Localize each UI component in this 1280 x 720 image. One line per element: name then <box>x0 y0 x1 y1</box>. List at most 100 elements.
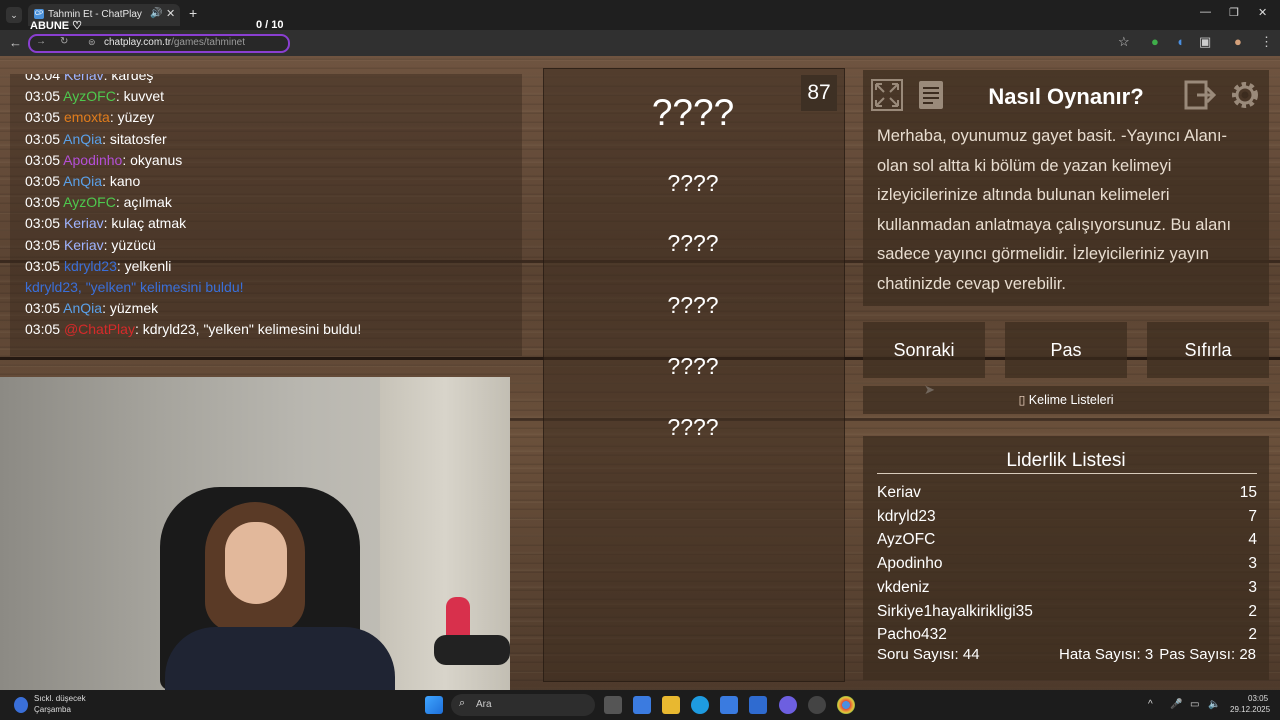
tab-search-icon[interactable]: ⌄ <box>6 7 22 23</box>
leaderboard-title: Liderlik Listesi <box>1006 450 1126 471</box>
chat-message: 03:05 kdryld23: yelkenli <box>25 258 171 274</box>
sweater <box>165 627 395 690</box>
network-icon[interactable]: ▭ <box>1190 699 1199 710</box>
window-close-icon[interactable]: ✕ <box>1258 6 1267 19</box>
chat-time: 03:05 <box>25 151 61 168</box>
tray-chevron-icon[interactable]: ^ <box>1148 699 1153 710</box>
chat-username[interactable]: Keriav <box>64 74 104 83</box>
leaderboard-row: Apodinho 3 <box>877 555 1257 577</box>
leaderboard-name: Keriav <box>877 484 921 501</box>
leaderboard-name: AyzOFC <box>877 531 936 549</box>
taskbar-search[interactable]: ⌕ Ara <box>451 694 595 716</box>
maximize-icon[interactable]: ❐ <box>1229 6 1239 19</box>
chat-time: 03:05 <box>25 300 61 317</box>
chat-message: 03:04 Keriav: kardeş <box>25 74 153 83</box>
word-lists-button[interactable]: ▯ Kelime Listeleri <box>863 386 1269 414</box>
next-button[interactable]: Sonraki <box>863 322 985 378</box>
volume-icon[interactable]: 🔈 <box>1208 699 1220 710</box>
chat-text: : yüzmek <box>102 300 159 317</box>
chat-username[interactable]: AnQia <box>63 300 102 316</box>
settings-gear-icon[interactable] <box>1228 78 1262 112</box>
chat-username[interactable]: AyzOFC <box>63 194 116 210</box>
face <box>225 522 287 604</box>
chat-username[interactable]: AyzOFC <box>63 88 116 104</box>
address-bar[interactable]: → ↻ ⊜ chatplay.com.tr/games/tahminet <box>28 34 290 53</box>
chat-time: 03:05 <box>25 257 61 274</box>
minimize-icon[interactable]: — <box>1200 6 1211 18</box>
weather-icon[interactable] <box>14 697 28 713</box>
chat-time: 03:05 <box>25 215 61 232</box>
chat-text: : kulaç atmak <box>103 215 187 232</box>
reset-button[interactable]: Sıfırla <box>1147 322 1269 378</box>
pass-count: Pas Sayısı: 28 <box>1159 646 1256 663</box>
chat-text: : okyanus <box>122 151 183 168</box>
site-info-icon[interactable]: ⊜ <box>88 37 96 48</box>
forward-icon[interactable]: → <box>36 36 46 47</box>
bookmark-star-icon[interactable]: ☆ <box>1118 34 1130 50</box>
edge-icon[interactable] <box>691 696 709 714</box>
chat-username[interactable]: AnQia <box>63 131 102 147</box>
microphone-tray-icon[interactable]: 🎤 <box>1170 699 1182 710</box>
pass-button[interactable]: Pas <box>1005 322 1127 378</box>
close-tab-icon[interactable]: ✕ <box>166 7 175 20</box>
leaderboard-row: AyzOFC 4 <box>877 531 1257 553</box>
leaderboard-score: 3 <box>1248 555 1257 573</box>
chat-text: : sitatosfer <box>102 130 167 147</box>
chat-username[interactable]: Keriav <box>64 215 104 231</box>
chat-username[interactable]: AnQia <box>63 173 102 189</box>
weather-title: Sıckl. düşecek <box>34 694 86 703</box>
leaderboard-score: 3 <box>1248 578 1257 596</box>
chat-text: : yüzücü <box>103 236 156 253</box>
extension-shield-icon[interactable]: ● <box>1151 34 1159 49</box>
chat-text: : yelkenli <box>116 257 172 274</box>
chat-time: 03:04 <box>25 74 61 83</box>
new-tab-button[interactable]: + <box>189 5 197 21</box>
leaderboard-name: kdryld23 <box>877 507 936 525</box>
leaderboard-score: 4 <box>1248 531 1257 549</box>
mail-icon[interactable] <box>749 696 767 714</box>
chat-username[interactable]: Keriav <box>64 237 104 253</box>
leaderboard-score: 2 <box>1248 602 1257 620</box>
forbidden-word: ???? <box>667 292 719 318</box>
reload-icon[interactable]: ↻ <box>60 36 68 47</box>
chat-message: 03:05 AnQia: sitatosfer <box>25 131 167 147</box>
task-view-icon[interactable] <box>604 696 622 714</box>
clock-date[interactable]: 29.12.2025 <box>1230 705 1270 714</box>
discord-icon[interactable] <box>779 696 797 714</box>
forbidden-word: ???? <box>667 170 719 196</box>
chat-time: 03:05 <box>25 130 61 147</box>
exit-icon[interactable] <box>1183 78 1217 112</box>
chat-username[interactable]: kdryld23 <box>64 258 117 274</box>
windows-taskbar: Sıckl. düşecek Çarşamba ⌕ Ara ^ 🎤 ▭ 🔈 03… <box>0 690 1280 720</box>
url-text: chatplay.com.tr/games/tahminet <box>104 37 245 48</box>
chat-message: 03:05 AyzOFC: açılmak <box>25 194 172 210</box>
question-count: Soru Sayısı: 44 <box>877 646 980 663</box>
profile-avatar-icon[interactable]: ● <box>1234 34 1242 49</box>
menu-dots-icon[interactable]: ⋮ <box>1260 34 1273 50</box>
extension-audio-icon[interactable]: ◖ <box>1176 34 1184 49</box>
chat-time: 03:05 <box>25 173 61 189</box>
leaderboard-row: vkdeniz 3 <box>877 579 1257 601</box>
back-icon[interactable]: ← <box>9 35 22 50</box>
speaker-icon[interactable]: 🔊 <box>150 8 162 19</box>
leaderboard-row: Sirkiye1hayalkirikligi35 2 <box>877 603 1257 625</box>
start-windows-icon[interactable] <box>425 696 443 714</box>
store-icon[interactable] <box>720 696 738 714</box>
chat-time: 03:05 <box>25 321 61 338</box>
chat-message: kdryld23, "yelken" kelimesini buldu! <box>25 279 244 295</box>
chat-username[interactable]: Apodinho <box>63 152 122 168</box>
app-icon[interactable] <box>808 696 826 714</box>
leaderboard-name: vkdeniz <box>877 578 930 596</box>
search-placeholder: Ara <box>476 699 492 710</box>
chat-username[interactable]: emoxta <box>64 109 110 125</box>
chat-message: 03:05 Apodinho: okyanus <box>25 152 182 168</box>
leaderboard-score: 7 <box>1248 507 1257 525</box>
file-explorer-icon[interactable] <box>662 696 680 714</box>
leaderboard-panel: Liderlik Listesi Keriav 15 kdryld23 7 AyzOFC… <box>863 436 1269 680</box>
clock-time[interactable]: 03:05 <box>1248 694 1268 703</box>
copilot-icon[interactable] <box>633 696 651 714</box>
extensions-puzzle-icon[interactable]: ▣ <box>1199 34 1211 50</box>
chat-username[interactable]: @ChatPlay <box>64 321 135 337</box>
chrome-icon[interactable] <box>837 696 855 714</box>
weather-day: Çarşamba <box>34 705 71 714</box>
